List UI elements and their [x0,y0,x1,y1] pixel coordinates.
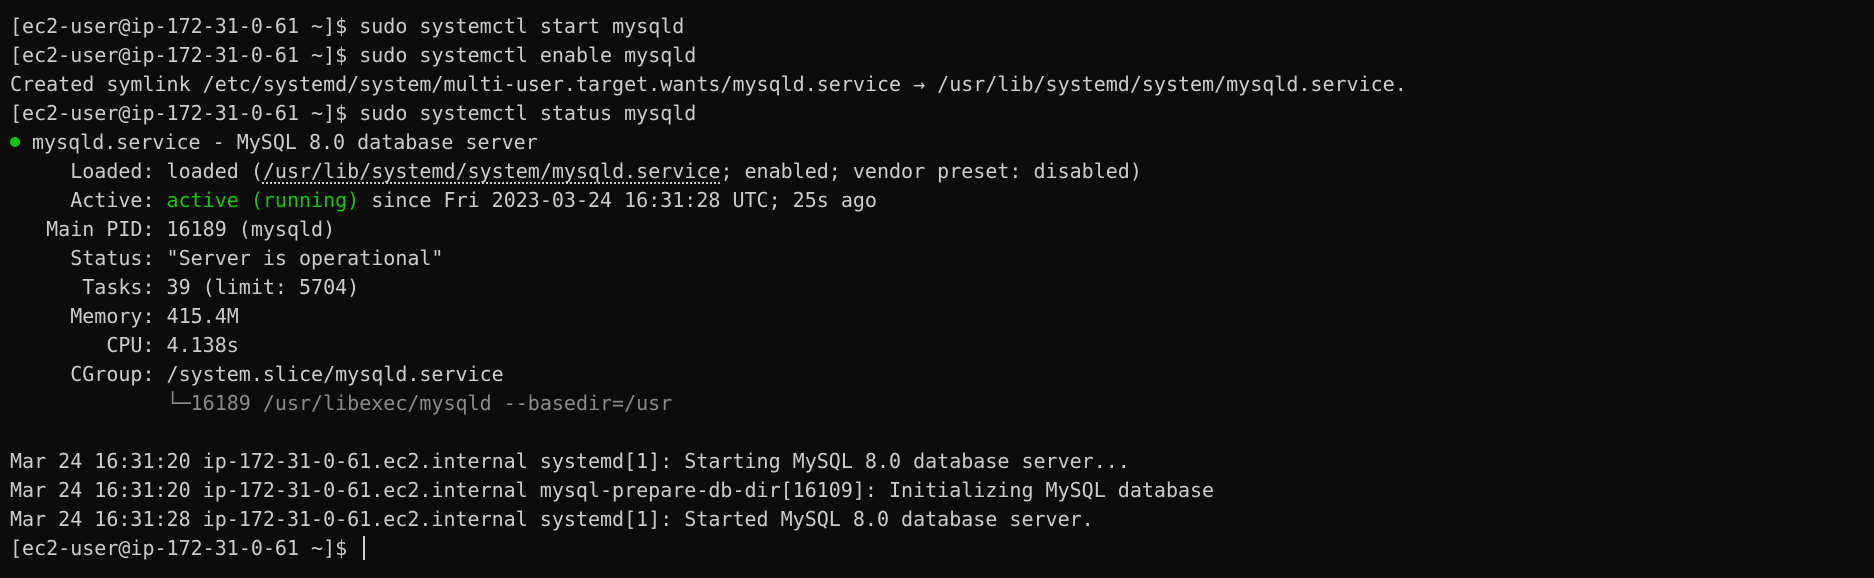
output-line: Created symlink /etc/systemd/system/mult… [10,72,1407,96]
tasks-line: Tasks: 39 (limit: 5704) [10,275,360,299]
loaded-prefix: loaded ( [166,159,263,183]
active-label: Active: [10,188,167,212]
cpu-line: CPU: 4.138s [10,333,239,357]
service-unit-text: mysqld.service - MySQL 8.0 database serv… [32,130,538,154]
command-line: [ec2-user@ip-172-31-0-61 ~]$ sudo system… [10,12,1864,41]
command-text: sudo systemctl start mysqld [359,14,685,38]
shell-prompt: [ec2-user@ip-172-31-0-61 ~]$ [10,101,360,125]
memory-line: Memory: 415.4M [10,304,239,328]
command-text: sudo systemctl status mysqld [359,101,697,125]
active-state: active (running) [166,188,360,212]
status-dot-icon [10,137,20,147]
main-pid-line: Main PID: 16189 (mysqld) [10,217,336,241]
input-line[interactable]: [ec2-user@ip-172-31-0-61 ~]$ [10,534,1864,563]
loaded-line: Loaded: loaded (/usr/lib/systemd/system/… [10,157,1864,186]
text-cursor[interactable] [363,536,366,560]
loaded-path-link[interactable]: /usr/lib/systemd/system/mysqld.service [263,159,721,183]
command-line: [ec2-user@ip-172-31-0-61 ~]$ sudo system… [10,41,1864,70]
tree-branch-icon: └─ [10,391,191,415]
terminal-window[interactable]: [ec2-user@ip-172-31-0-61 ~]$ sudo system… [0,0,1874,578]
command-text: sudo systemctl enable mysqld [359,43,697,67]
cgroup-process: 16189 /usr/libexec/mysqld --basedir=/usr [190,391,673,415]
command-line: [ec2-user@ip-172-31-0-61 ~]$ sudo system… [10,99,1864,128]
cgroup-tree-line: └─16189 /usr/libexec/mysqld --basedir=/u… [10,389,1864,418]
journal-line: Mar 24 16:31:20 ip-172-31-0-61.ec2.inter… [10,478,1215,502]
shell-prompt: [ec2-user@ip-172-31-0-61 ~]$ [10,536,360,560]
shell-prompt: [ec2-user@ip-172-31-0-61 ~]$ [10,43,360,67]
loaded-suffix: ; enabled; vendor preset: disabled) [720,159,1142,183]
cgroup-line: CGroup: /system.slice/mysqld.service [10,362,504,386]
journal-line: Mar 24 16:31:28 ip-172-31-0-61.ec2.inter… [10,507,1094,531]
status-line: Status: "Server is operational" [10,246,444,270]
active-line: Active: active (running) since Fri 2023-… [10,186,1864,215]
active-since: since Fri 2023-03-24 16:31:28 UTC; 25s a… [359,188,877,212]
service-unit-line: mysqld.service - MySQL 8.0 database serv… [10,128,1864,157]
shell-prompt: [ec2-user@ip-172-31-0-61 ~]$ [10,14,360,38]
scrollbar[interactable] [1862,0,1874,578]
journal-line: Mar 24 16:31:20 ip-172-31-0-61.ec2.inter… [10,449,1130,473]
loaded-label: Loaded: [10,159,167,183]
